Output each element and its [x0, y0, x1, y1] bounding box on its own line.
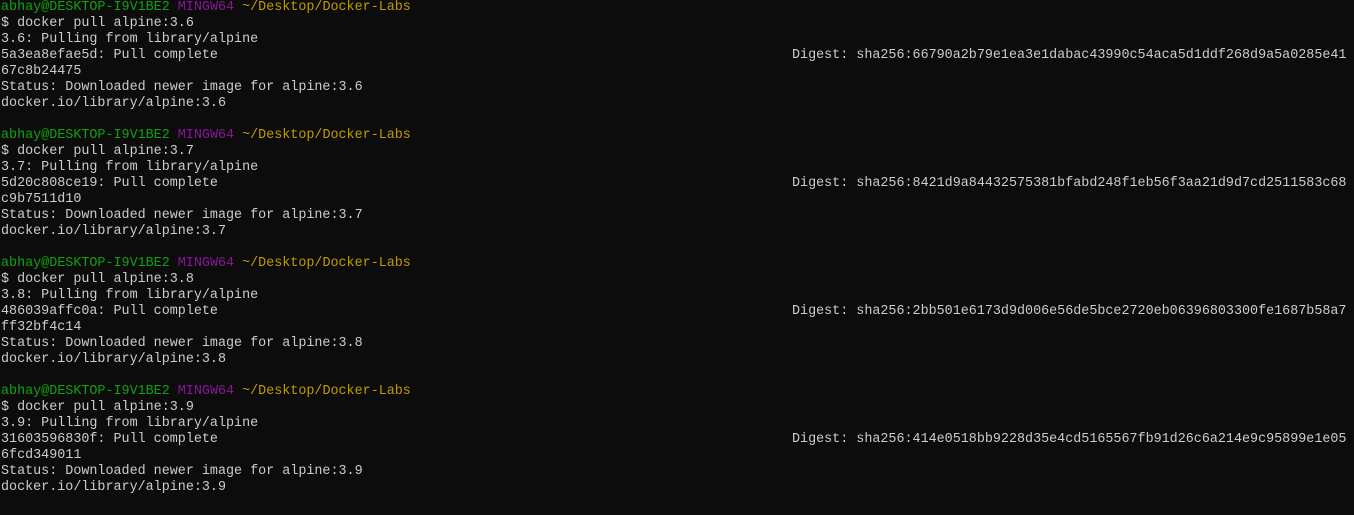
prompt-user-host: abhay@DESKTOP-I9V1BE2 — [1, 384, 170, 399]
layer-line: 5d20c808ce19: Pull complete Digest: sha25… — [0, 176, 1354, 192]
command-line: $ docker pull alpine:3.6 — [1, 16, 194, 31]
image-ref-line: docker.io/library/alpine:3.7 — [1, 224, 226, 239]
prompt-path: ~/Desktop/Docker-Labs — [242, 0, 411, 15]
prompt-line: abhay@DESKTOP-I9V1BE2 MINGW64 ~/Desktop/… — [0, 256, 1354, 272]
status-line: Status: Downloaded newer image for alpin… — [1, 464, 363, 479]
prompt-shell: MINGW64 — [177, 256, 235, 271]
digest-text: Digest: sha256:2bb501e6173d9d006e56de5bc… — [792, 304, 1347, 319]
digest-text: Digest: sha256:414e0518bb9228d35e4cd5165… — [792, 432, 1347, 447]
prompt-line: abhay@DESKTOP-I9V1BE2 MINGW64 ~/Desktop/… — [0, 128, 1354, 144]
digest-wrap-line: ff32bf4c14 — [1, 320, 82, 335]
command-line: $ docker pull alpine:3.8 — [1, 272, 194, 287]
digest-wrap-line: c9b7511d10 — [1, 192, 82, 207]
image-ref-line: docker.io/library/alpine:3.9 — [1, 480, 226, 495]
status-line: Status: Downloaded newer image for alpin… — [1, 336, 363, 351]
command-line: $ docker pull alpine:3.9 — [1, 400, 194, 415]
prompt-shell: MINGW64 — [177, 0, 235, 15]
prompt-user-host: abhay@DESKTOP-I9V1BE2 — [1, 128, 170, 143]
terminal-window[interactable]: abhay@DESKTOP-I9V1BE2 MINGW64 ~/Desktop/… — [0, 0, 1354, 515]
digest-text: Digest: sha256:8421d9a84432575381bfabd24… — [792, 176, 1347, 191]
image-ref-line: docker.io/library/alpine:3.8 — [1, 352, 226, 367]
image-ref-line: docker.io/library/alpine:3.6 — [1, 96, 226, 111]
layer-line: 486039affc0a: Pull complete Digest: sha25… — [0, 304, 1354, 320]
layer-status: 31603596830f: Pull complete — [1, 432, 218, 447]
prompt-line: abhay@DESKTOP-I9V1BE2 MINGW64 ~/Desktop/… — [0, 0, 1354, 16]
prompt-user-host: abhay@DESKTOP-I9V1BE2 — [1, 256, 170, 271]
digest-wrap-line: 67c8b24475 — [1, 64, 82, 79]
prompt-shell: MINGW64 — [177, 128, 235, 143]
digest-wrap-line: 6fcd349011 — [1, 448, 82, 463]
layer-line: 31603596830f: Pull complete Digest: sha25… — [0, 432, 1354, 448]
pulling-line: 3.7: Pulling from library/alpine — [1, 160, 259, 175]
pulling-line: 3.8: Pulling from library/alpine — [1, 288, 259, 303]
command-line: $ docker pull alpine:3.7 — [1, 144, 194, 159]
status-line: Status: Downloaded newer image for alpin… — [1, 80, 363, 95]
prompt-line: abhay@DESKTOP-I9V1BE2 MINGW64 ~/Desktop/… — [0, 384, 1354, 400]
prompt-shell: MINGW64 — [177, 384, 235, 399]
pulling-line: 3.6: Pulling from library/alpine — [1, 32, 259, 47]
prompt-path: ~/Desktop/Docker-Labs — [242, 128, 411, 143]
prompt-path: ~/Desktop/Docker-Labs — [242, 384, 411, 399]
pulling-line: 3.9: Pulling from library/alpine — [1, 416, 259, 431]
layer-status: 5d20c808ce19: Pull complete — [1, 176, 218, 191]
layer-line: 5a3ea8efae5d: Pull complete Digest: sha25… — [0, 48, 1354, 64]
prompt-user-host: abhay@DESKTOP-I9V1BE2 — [1, 0, 170, 15]
layer-status: 5a3ea8efae5d: Pull complete — [1, 48, 218, 63]
layer-status: 486039affc0a: Pull complete — [1, 304, 218, 319]
digest-text: Digest: sha256:66790a2b79e1ea3e1dabac439… — [792, 48, 1347, 63]
status-line: Status: Downloaded newer image for alpin… — [1, 208, 363, 223]
prompt-path: ~/Desktop/Docker-Labs — [242, 256, 411, 271]
